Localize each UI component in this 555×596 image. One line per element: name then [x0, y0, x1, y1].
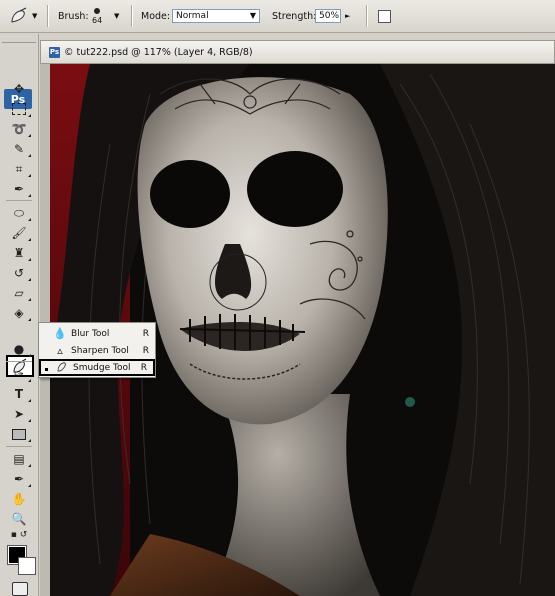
quick-mask-icon[interactable] — [12, 582, 28, 596]
divider — [366, 5, 368, 27]
marquee-tool-icon[interactable] — [6, 100, 32, 118]
toolbox-grip[interactable] — [2, 36, 36, 43]
sample-all-layers-checkbox[interactable] — [378, 9, 391, 23]
mode-select[interactable]: Normal ▼ — [172, 9, 260, 23]
eyedropper-tool-icon[interactable]: ✒ — [6, 180, 32, 198]
document-title: © tut222.psd @ 117% (Layer 4, RGB/8) — [64, 46, 253, 58]
hand-tool-icon[interactable]: ✋ — [6, 490, 32, 508]
divider — [131, 5, 133, 27]
strength-input[interactable]: 50% — [315, 9, 341, 23]
lasso-tool-icon[interactable]: ➰ — [6, 120, 32, 138]
flyout-item-label: Smudge Tool — [73, 362, 131, 373]
flyout-item-label: Sharpen Tool — [71, 345, 129, 356]
crop-tool-icon[interactable]: ⌗ — [6, 160, 32, 178]
ps-document-icon: Ps — [49, 46, 60, 58]
document-titlebar[interactable]: Ps © tut222.psd @ 117% (Layer 4, RGB/8) — [40, 40, 555, 64]
flyout-item-smudge-tool[interactable]: Smudge Tool R — [39, 359, 155, 376]
tool-preset-picker[interactable]: ▼ — [6, 0, 37, 32]
mode-value: Normal — [176, 11, 209, 21]
brush-tip-icon — [94, 7, 101, 14]
brush-tool-icon[interactable]: 🖌 — [6, 224, 32, 242]
pen-tool-icon[interactable]: ✑ — [6, 365, 32, 383]
rectangle-tool-icon[interactable] — [6, 425, 32, 443]
default-colors-icon[interactable]: ▪ ↺ — [6, 530, 32, 540]
blur-tool-icon: 💧 — [53, 327, 67, 340]
path-selection-tool-icon[interactable]: ➤ — [6, 405, 32, 423]
selected-bullet-icon — [45, 368, 48, 371]
smudge-tool-icon — [11, 7, 27, 23]
sharpen-tool-icon: ▵ — [57, 344, 63, 357]
chevron-down-icon: ▼ — [249, 11, 256, 20]
flyout-item-shortcut: R — [140, 362, 147, 373]
flyout-item-shortcut: R — [142, 345, 149, 356]
dodge-tool-icon[interactable]: ● — [6, 340, 32, 358]
document-window: Ps © tut222.psd @ 117% (Layer 4, RGB/8) — [40, 40, 555, 596]
strength-value: 50% — [319, 11, 340, 21]
clone-stamp-tool-icon[interactable]: ♜ — [6, 244, 32, 262]
flyout-item-label: Blur Tool — [71, 328, 110, 339]
flyout-item-blur-tool[interactable]: 💧 Blur Tool R — [39, 325, 155, 342]
blur-tool-group-flyout: 💧 Blur Tool R ▵ Sharpen Tool R Smudge To… — [38, 322, 156, 378]
type-tool-icon[interactable]: T — [6, 385, 32, 403]
options-bar: ▼ Brush: 64 ▼ Mode: Normal ▼ Strength: 5… — [0, 0, 555, 33]
background-color-swatch[interactable] — [18, 557, 36, 575]
brush-size: 64 — [92, 15, 103, 25]
notes-tool-icon[interactable]: ▤ — [6, 450, 32, 468]
eyedropper-sample-tool-icon[interactable]: ✒ — [6, 470, 32, 488]
history-brush-tool-icon[interactable]: ↺ — [6, 264, 32, 282]
brush-label: Brush: — [58, 10, 89, 22]
toolbox: Ps ✥ ➰ ✎ ⌗ ✒ ⬭ 🖌 ♜ ↺ ▱ ◈ ● ✑ T ➤ ▤ ✒ ✋ 🔍… — [0, 34, 39, 596]
healing-brush-tool-icon[interactable]: ⬭ — [6, 204, 32, 222]
chevron-right-icon[interactable]: ► — [345, 12, 350, 20]
smudge-tool-icon — [55, 360, 69, 375]
strength-label: Strength: — [272, 10, 317, 22]
move-tool-icon[interactable]: ✥ — [6, 80, 32, 98]
flyout-item-shortcut: R — [142, 328, 149, 339]
chevron-down-icon[interactable]: ▼ — [114, 12, 119, 20]
mode-label: Mode: — [141, 10, 171, 22]
divider — [47, 5, 49, 27]
paint-bucket-tool-icon[interactable]: ◈ — [6, 304, 32, 322]
quick-selection-tool-icon[interactable]: ✎ — [6, 140, 32, 158]
chevron-down-icon: ▼ — [32, 12, 38, 20]
eraser-tool-icon[interactable]: ▱ — [6, 284, 32, 302]
zoom-tool-icon[interactable]: 🔍 — [6, 510, 32, 528]
flyout-item-sharpen-tool[interactable]: ▵ Sharpen Tool R — [39, 342, 155, 359]
brush-picker[interactable]: 64 — [92, 0, 102, 32]
